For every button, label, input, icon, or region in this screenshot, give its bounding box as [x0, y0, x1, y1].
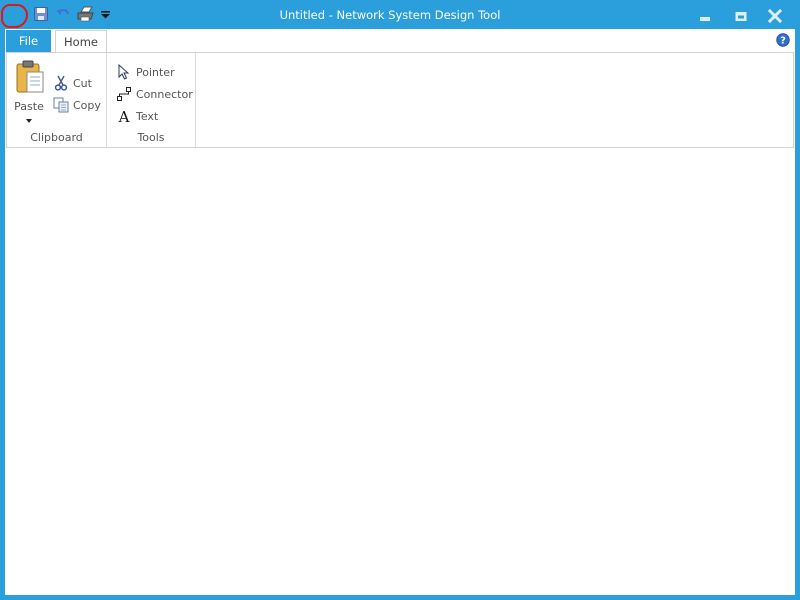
cut-label: Cut	[73, 76, 92, 90]
copy-label: Copy	[73, 98, 101, 112]
maximize-icon[interactable]	[734, 9, 748, 23]
main-window-content: File Home ? Paste Cut Copy Clipboard Poi…	[5, 29, 795, 595]
print-icon[interactable]	[77, 6, 95, 22]
tools-group: Pointer Connector A Text Tools	[107, 53, 196, 147]
paste-icon	[16, 60, 44, 93]
text-label: Text	[136, 109, 159, 123]
ribbon-tabstrip: File Home ?	[5, 29, 795, 53]
paste-label: Paste	[14, 100, 44, 113]
pointer-button[interactable]: Pointer	[116, 63, 175, 81]
connector-button[interactable]: Connector	[116, 85, 193, 103]
cut-button[interactable]: Cut	[53, 74, 92, 92]
customize-dropdown-icon[interactable]	[98, 6, 114, 22]
ribbon-home-panel: Paste Cut Copy Clipboard Pointer Connect…	[6, 52, 794, 148]
tab-home[interactable]: Home	[55, 30, 107, 53]
title-bar: Untitled - Network System Design Tool	[0, 0, 800, 30]
pointer-label: Pointer	[136, 65, 175, 79]
save-icon[interactable]	[33, 6, 49, 22]
clipboard-group-label: Clipboard	[30, 131, 83, 144]
close-icon[interactable]	[768, 9, 782, 23]
chevron-down-icon	[26, 119, 32, 123]
svg-text:?: ?	[780, 36, 786, 47]
tab-file[interactable]: File	[6, 30, 51, 52]
svg-text:A: A	[118, 108, 130, 124]
undo-icon[interactable]	[55, 6, 71, 22]
text-button[interactable]: A Text	[116, 107, 159, 125]
copy-icon	[53, 97, 69, 113]
copy-button[interactable]: Copy	[53, 96, 101, 114]
text-tool-icon: A	[118, 108, 130, 124]
design-canvas[interactable]	[5, 148, 795, 595]
app-icon[interactable]	[1, 4, 28, 28]
connector-icon	[117, 87, 131, 101]
tools-group-label: Tools	[137, 131, 165, 144]
minimize-icon[interactable]	[698, 9, 712, 23]
connector-label: Connector	[136, 87, 193, 101]
pointer-icon	[118, 64, 130, 80]
help-icon[interactable]: ?	[776, 33, 790, 47]
scissors-icon	[54, 75, 68, 91]
paste-button[interactable]: Paste	[9, 58, 49, 124]
window-title: Untitled - Network System Design Tool	[279, 8, 501, 22]
clipboard-group: Paste Cut Copy Clipboard	[7, 53, 107, 147]
